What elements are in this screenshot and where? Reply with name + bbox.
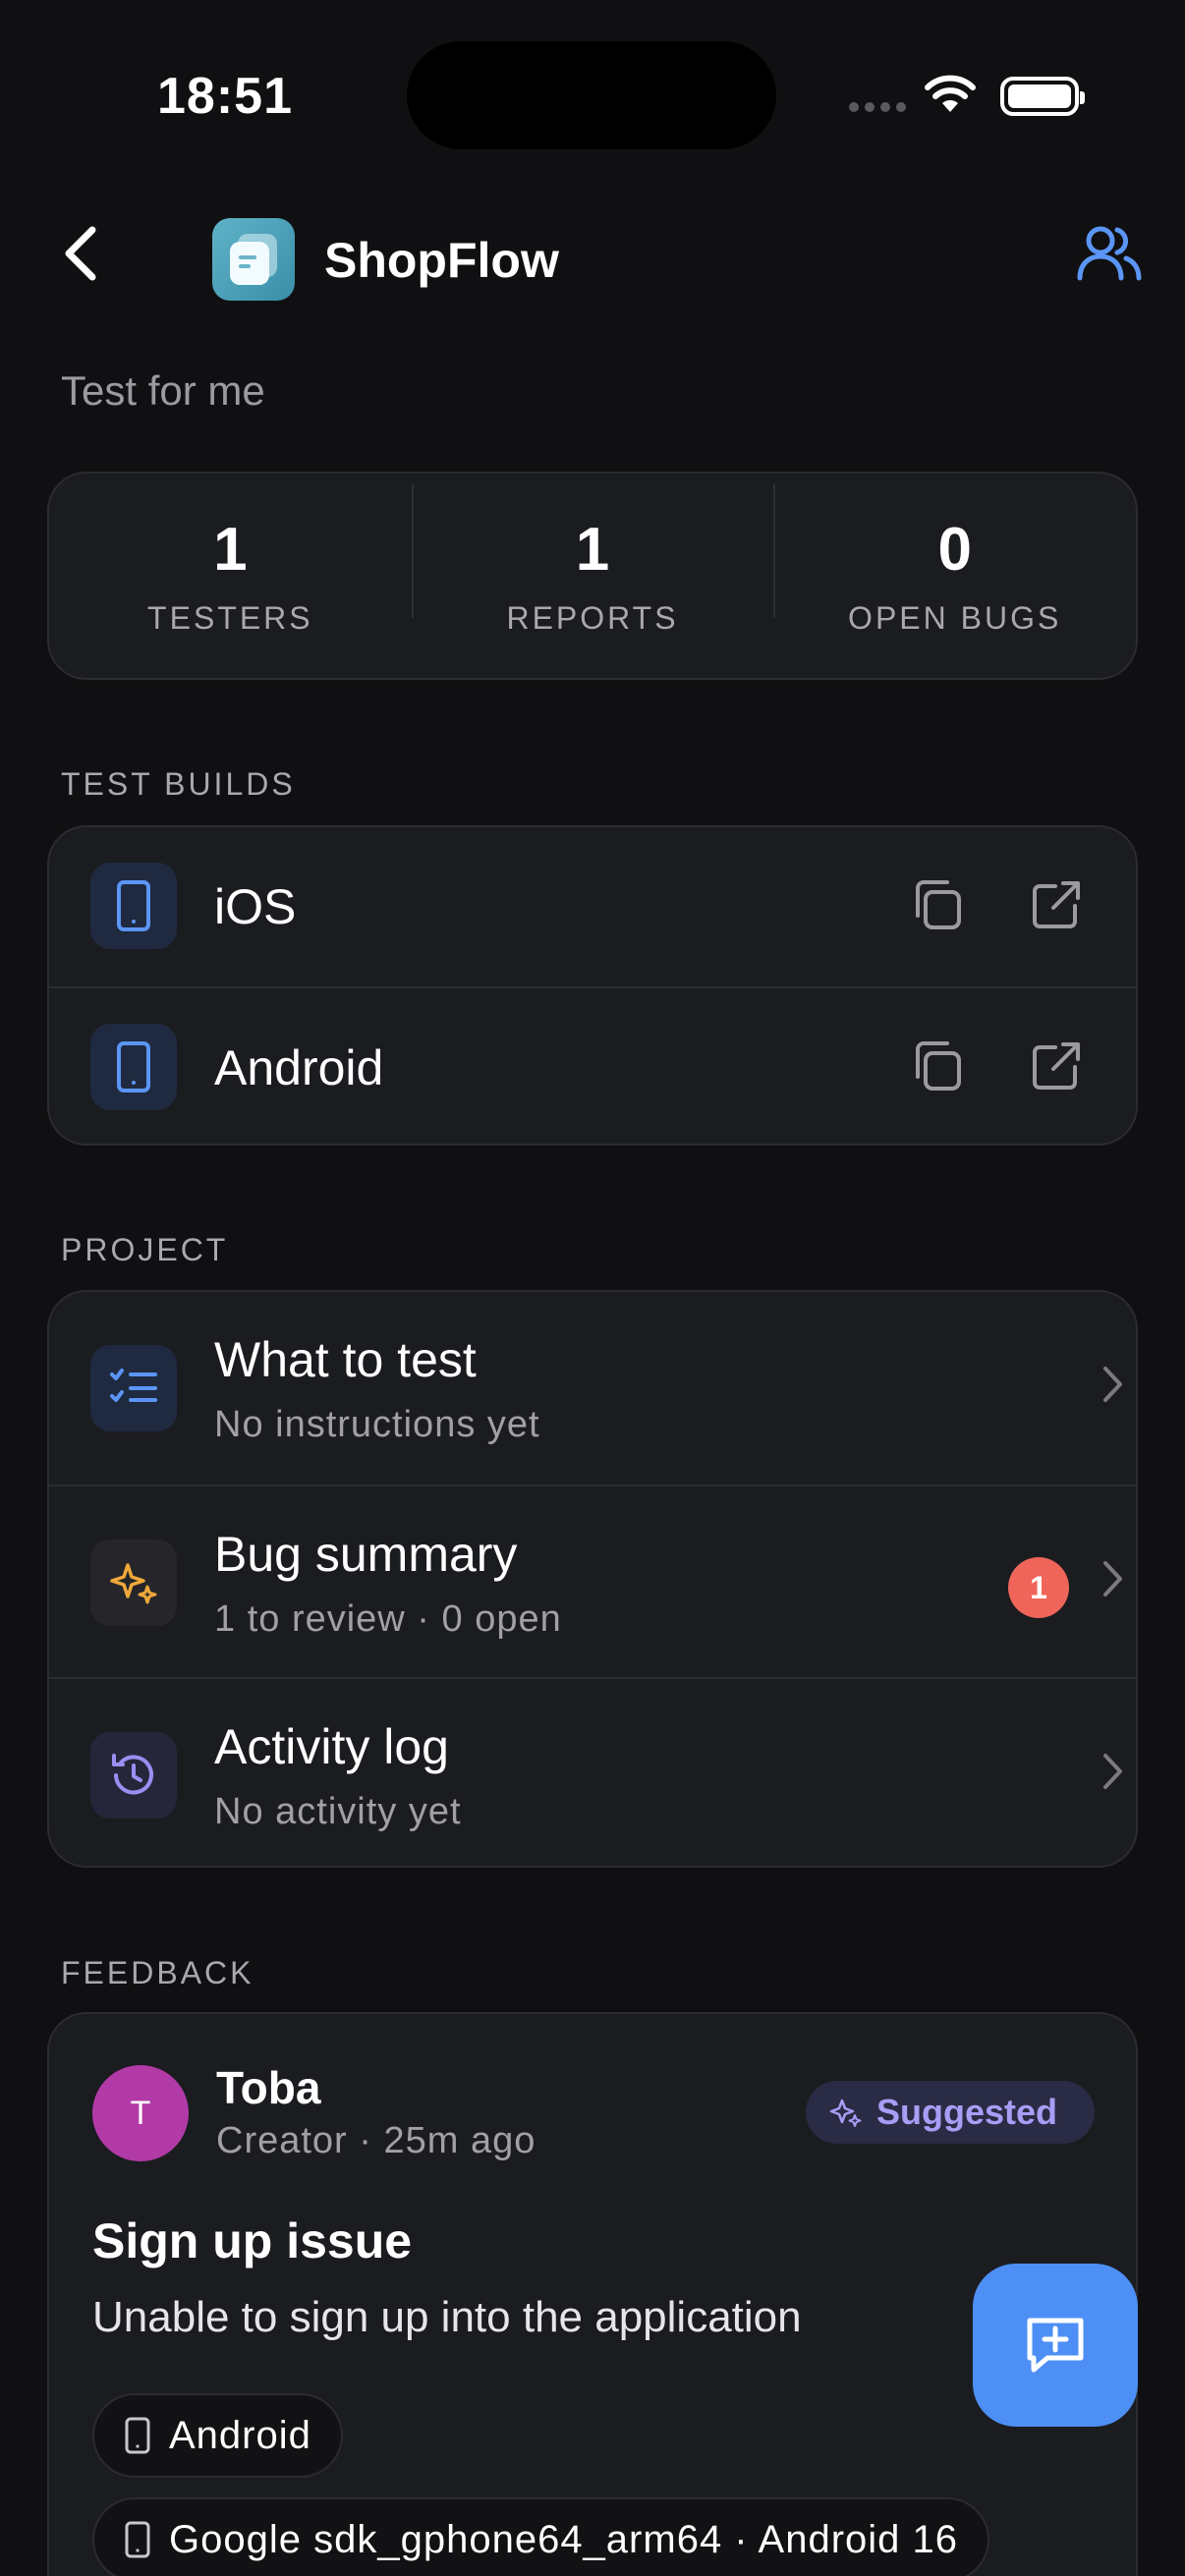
app-icon xyxy=(212,218,295,301)
checklist-icon xyxy=(90,1345,177,1431)
section-label-project: PROJECT xyxy=(61,1232,229,1267)
row-subtitle: No instructions yet xyxy=(214,1404,540,1445)
sparkles-icon xyxy=(829,2099,862,2127)
chip-label: Android xyxy=(169,2413,311,2457)
build-name: Android xyxy=(214,1040,384,1095)
feedback-title: Sign up issue xyxy=(92,2213,413,2268)
stat-value: 1 xyxy=(213,515,248,584)
platform-chip: Android xyxy=(92,2393,343,2478)
project-subtitle: Test for me xyxy=(61,367,265,414)
app-title: ShopFlow xyxy=(324,233,559,288)
suggested-tag-label: Suggested xyxy=(876,2092,1058,2132)
add-feedback-button[interactable] xyxy=(973,2264,1138,2427)
project-row-activity-log[interactable]: Activity log No activity yet xyxy=(49,1677,1136,1866)
chevron-right-icon xyxy=(1103,1367,1122,1402)
test-builds-card: iOS Android xyxy=(47,825,1138,1146)
copy-link-icon[interactable] xyxy=(910,1037,967,1094)
stat-value: 0 xyxy=(937,515,972,584)
testers-people-icon[interactable] xyxy=(1077,224,1142,283)
row-title: What to test xyxy=(214,1332,477,1387)
build-row-android: Android xyxy=(49,986,1136,1144)
status-time: 18:51 xyxy=(157,68,293,125)
project-row-bug-summary[interactable]: Bug summary 1 to review · 0 open 1 xyxy=(49,1484,1136,1677)
device-chip: Google sdk_gphone64_arm64 · Android 16 xyxy=(92,2497,989,2576)
row-title: Activity log xyxy=(214,1719,449,1774)
phone-icon xyxy=(90,1024,177,1110)
row-title: Bug summary xyxy=(214,1527,518,1582)
stat-reports: 1 REPORTS xyxy=(411,483,774,637)
open-external-icon[interactable] xyxy=(1028,1037,1085,1094)
review-count-badge: 1 xyxy=(1008,1557,1069,1618)
message-plus-icon xyxy=(1027,2318,1084,2373)
row-subtitle: 1 to review · 0 open xyxy=(214,1598,562,1640)
section-label-test-builds: TEST BUILDS xyxy=(61,766,296,802)
stat-label: TESTERS xyxy=(147,599,313,636)
chevron-right-icon xyxy=(1103,1561,1122,1596)
build-row-ios: iOS xyxy=(49,827,1136,986)
chevron-right-icon xyxy=(1103,1754,1122,1789)
copy-link-icon[interactable] xyxy=(910,876,967,933)
stat-open-bugs: 0 OPEN BUGS xyxy=(773,483,1136,637)
cellular-signal-icon xyxy=(849,102,906,112)
project-row-what-to-test[interactable]: What to test No instructions yet xyxy=(49,1292,1136,1484)
sparkles-icon xyxy=(90,1540,177,1626)
back-chevron-icon[interactable] xyxy=(61,224,100,283)
phone-icon xyxy=(125,2521,150,2558)
suggested-tag: Suggested xyxy=(806,2081,1095,2144)
project-card: What to test No instructions yet Bug sum… xyxy=(47,1290,1138,1868)
feedback-author: Toba xyxy=(216,2062,321,2113)
section-label-feedback: FEEDBACK xyxy=(61,1955,254,1990)
row-subtitle: No activity yet xyxy=(214,1791,462,1832)
stat-label: REPORTS xyxy=(506,599,679,636)
phone-icon xyxy=(90,863,177,949)
history-icon xyxy=(90,1732,177,1819)
stat-testers: 1 TESTERS xyxy=(49,516,412,637)
stats-card: 1 TESTERS 1 REPORTS 0 OPEN BUGS xyxy=(47,472,1138,680)
project-detail-screen: 18:51 ShopFlow Test for me 1 TESTERS 1 R… xyxy=(0,0,1185,2576)
feedback-meta: Creator · 25m ago xyxy=(216,2120,536,2161)
dynamic-island xyxy=(407,41,776,149)
phone-icon xyxy=(125,2417,150,2454)
battery-icon xyxy=(1000,77,1085,116)
avatar: T xyxy=(92,2065,189,2161)
wifi-icon xyxy=(925,75,976,112)
feedback-description: Unable to sign up into the application xyxy=(92,2293,802,2341)
build-name: iOS xyxy=(214,879,297,934)
stat-label: OPEN BUGS xyxy=(848,599,1062,636)
stat-value: 1 xyxy=(575,515,610,584)
open-external-icon[interactable] xyxy=(1028,876,1085,933)
chip-label: Google sdk_gphone64_arm64 · Android 16 xyxy=(169,2517,958,2561)
